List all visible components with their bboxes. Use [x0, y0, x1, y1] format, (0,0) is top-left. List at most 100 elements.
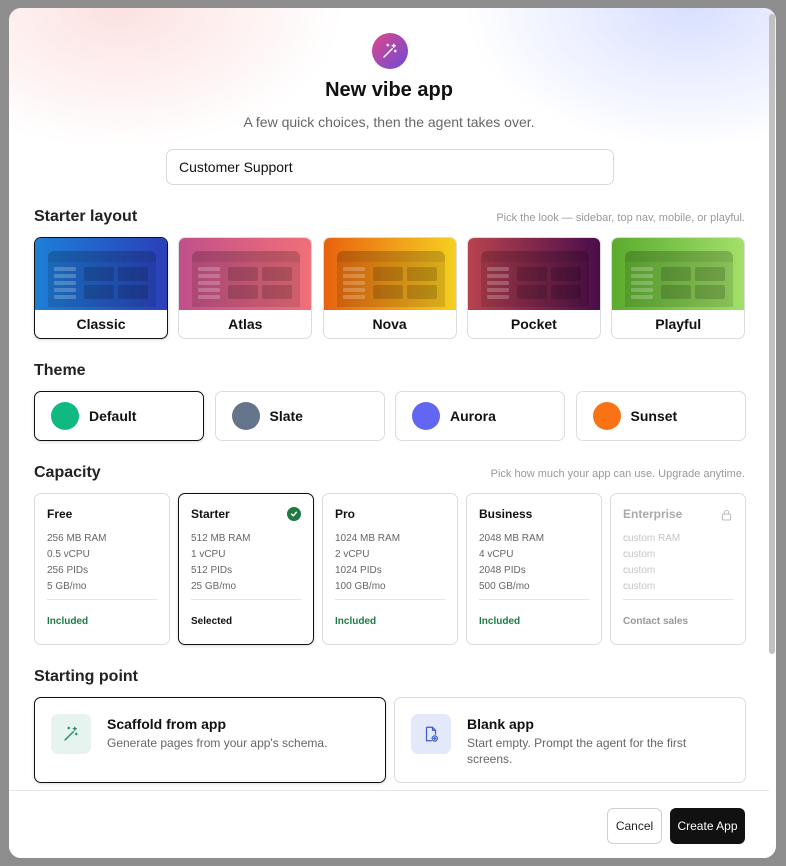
- layout-preview: [625, 251, 734, 307]
- start-option-title: Scaffold from app: [107, 716, 227, 732]
- create-app-button[interactable]: Create App: [670, 808, 745, 844]
- scrollbar[interactable]: [769, 14, 775, 654]
- starter-layout-hint: Pick the look — sidebar, top nav, mobile…: [496, 212, 745, 224]
- preview-sidebar-line: [631, 267, 654, 271]
- plan-specs: 256 MB RAM 0.5 vCPU 256 PIDs 5 GB/mo: [47, 531, 157, 595]
- preview-block: [695, 267, 726, 281]
- start-option-description: Generate pages from your app's schema.: [107, 736, 328, 750]
- plan-spec: 512 PIDs: [191, 565, 233, 576]
- plan-card-pro[interactable]: Pro 1024 MB RAM 2 vCPU 1024 PIDs 100 GB/mo In…: [322, 493, 458, 645]
- preview-sidebar-line: [486, 295, 509, 299]
- plan-card-free[interactable]: Free 256 MB RAM 0.5 vCPU 256 PIDs 5 GB/mo Inc…: [34, 493, 170, 645]
- preview-block: [84, 285, 114, 299]
- start-option-scaffold-from-app[interactable]: Scaffold from app Generate pages from you…: [34, 697, 386, 783]
- preview-block: [262, 267, 293, 281]
- theme-card-default[interactable]: Default: [34, 391, 204, 441]
- layout-card-nova[interactable]: Nova: [322, 237, 457, 339]
- preview-sidebar-line: [54, 295, 76, 299]
- dialog-content: New vibe app A few quick choices, then t…: [9, 8, 769, 790]
- preview-block: [661, 285, 692, 299]
- preview-sidebar-line: [486, 281, 509, 285]
- theme-card-label: Slate: [269, 408, 303, 424]
- layout-preview: [480, 251, 589, 307]
- theme-card-aurora[interactable]: Aurora: [395, 391, 565, 441]
- start-option-blank-app[interactable]: Blank app Start empty. Prompt the agent f…: [394, 697, 746, 783]
- preview-block: [228, 285, 259, 299]
- preview-sidebar-line: [631, 288, 654, 292]
- plan-card-business[interactable]: Business 2048 MB RAM 4 vCPU 2048 PIDs 500 GB…: [466, 493, 602, 645]
- starter-layout-title: Starter layout: [34, 208, 138, 225]
- dialog-subtitle: A few quick choices, then the agent take…: [243, 114, 535, 130]
- cancel-button[interactable]: Cancel: [607, 808, 662, 844]
- preview-block: [406, 267, 437, 281]
- preview-sidebar-line: [198, 295, 221, 299]
- plan-status: Included: [335, 616, 377, 627]
- theme-card-label: Default: [89, 408, 137, 424]
- theme-card-slate[interactable]: Slate: [214, 391, 385, 441]
- plan-spec: 25 GB/mo: [191, 581, 237, 592]
- plan-spec: custom RAM: [623, 533, 681, 544]
- plan-status: Selected: [191, 616, 233, 627]
- layout-preview: [336, 251, 445, 307]
- plan-spec: 1024 MB RAM: [335, 533, 401, 544]
- layout-card-pocket[interactable]: Pocket: [466, 237, 601, 339]
- preview-sidebar-line: [342, 267, 365, 271]
- plan-spec: 4 vCPU: [479, 549, 514, 560]
- theme-card-sunset[interactable]: Sunset: [575, 391, 746, 441]
- preview-block: [84, 267, 114, 281]
- preview-topbar: [192, 251, 301, 262]
- plan-divider: [335, 599, 445, 600]
- starting-point-title: Starting point: [34, 668, 138, 685]
- plan-specs: 2048 MB RAM 4 vCPU 2048 PIDs 500 GB/mo: [479, 531, 589, 595]
- preview-block: [372, 267, 403, 281]
- app-name-input[interactable]: [166, 149, 614, 185]
- preview-topbar: [625, 251, 734, 262]
- plan-spec: 5 GB/mo: [47, 581, 87, 592]
- preview-sidebar-line: [198, 267, 221, 271]
- new-app-dialog: New vibe app A few quick choices, then t…: [9, 8, 776, 858]
- preview-topbar: [480, 251, 589, 262]
- preview-block: [228, 267, 259, 281]
- preview-block: [661, 267, 692, 281]
- layout-thumbnail: [467, 238, 600, 310]
- plan-divider: [623, 599, 733, 600]
- layout-card-playful[interactable]: Playful: [611, 237, 746, 339]
- check-icon: [287, 507, 301, 521]
- layout-card-label: Classic: [76, 316, 126, 332]
- plan-specs: 512 MB RAM 1 vCPU 512 PIDs 25 GB/mo: [191, 531, 301, 595]
- preview-block: [516, 267, 547, 281]
- plan-status: Included: [47, 616, 89, 627]
- layout-card-atlas[interactable]: Atlas: [178, 237, 313, 339]
- plan-spec: 1 vCPU: [191, 549, 226, 560]
- plan-spec: 256 MB RAM: [47, 533, 107, 544]
- preview-sidebar-line: [486, 274, 509, 278]
- layout-card-label: Atlas: [228, 316, 263, 332]
- theme-card-label: Aurora: [450, 408, 496, 424]
- plan-spec: 100 GB/mo: [335, 581, 386, 592]
- theme-color-swatch: [231, 402, 260, 430]
- layout-card-label: Playful: [655, 316, 702, 332]
- preview-sidebar-line: [54, 274, 76, 278]
- plan-spec: custom: [623, 581, 656, 592]
- plan-card-starter[interactable]: Starter 512 MB RAM 1 vCPU 512 PIDs 25 GB/mo S…: [178, 493, 314, 645]
- plan-spec: 2048 MB RAM: [479, 533, 545, 544]
- preview-sidebar-line: [342, 288, 365, 292]
- theme-color-swatch: [412, 402, 440, 430]
- preview-topbar: [48, 251, 156, 262]
- start-option-description: Start empty. Prompt the agent for the fi…: [467, 736, 687, 766]
- preview-sidebar-line: [631, 274, 654, 278]
- plan-divider: [47, 599, 157, 600]
- preview-block: [262, 285, 293, 299]
- layout-thumbnail: [323, 238, 456, 310]
- preview-sidebar-line: [486, 267, 509, 271]
- lock-icon: [721, 508, 733, 521]
- plan-name: Enterprise: [623, 507, 683, 521]
- preview-topbar: [336, 251, 445, 262]
- preview-sidebar-line: [54, 281, 76, 285]
- layout-thumbnail: [179, 238, 312, 310]
- plan-spec: custom: [623, 565, 656, 576]
- preview-sidebar-line: [198, 281, 221, 285]
- theme-color-swatch: [51, 402, 79, 430]
- plan-spec: 2 vCPU: [335, 549, 370, 560]
- layout-card-classic[interactable]: Classic: [34, 237, 168, 339]
